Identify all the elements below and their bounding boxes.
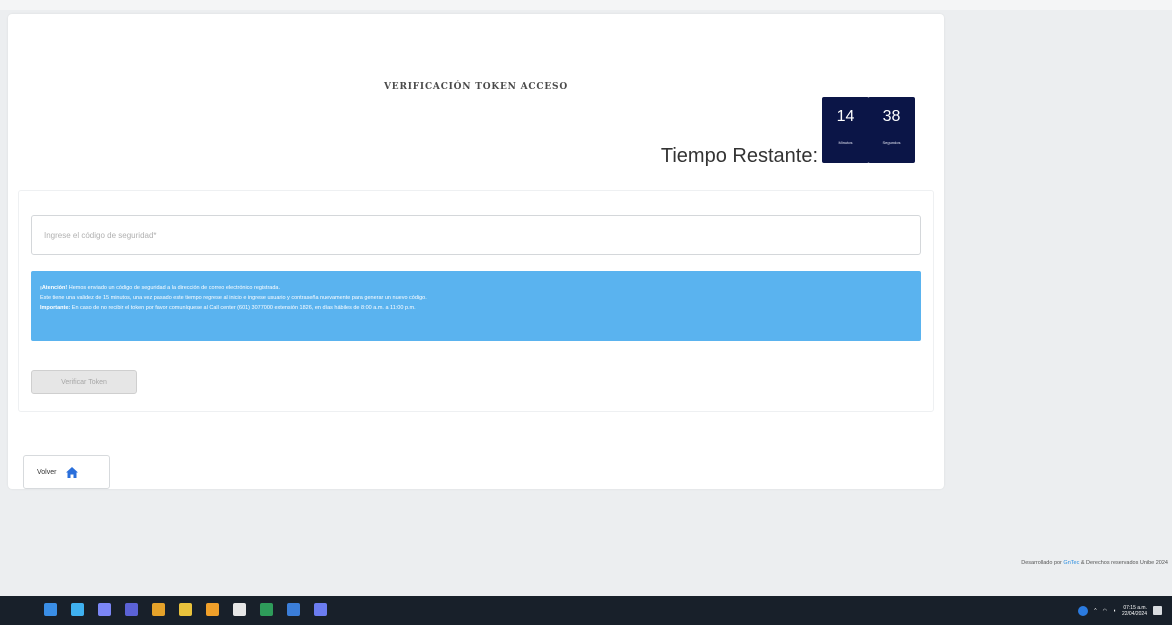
- alert-important-label: Importante:: [40, 305, 71, 311]
- timer-seconds-value: 38: [882, 108, 901, 125]
- network-icon[interactable]: ◠: [1103, 608, 1107, 614]
- search-icon[interactable]: [71, 603, 84, 616]
- footer-suffix: & Derechos reservados Unibe 2024: [1079, 560, 1168, 566]
- tray-chevron-icon[interactable]: ^: [1094, 608, 1096, 614]
- taskbar: ^ ◠ ◖ 07:15 a.m. 22/04/2024: [0, 596, 1172, 625]
- mail-icon[interactable]: [179, 603, 192, 616]
- security-code-input[interactable]: [31, 215, 921, 255]
- clock-date: 22/04/2024: [1121, 610, 1147, 617]
- chrome-icon[interactable]: [152, 603, 165, 616]
- timer-seconds-unit: Segundos: [882, 140, 901, 145]
- verify-token-button[interactable]: Verificar Token: [31, 370, 137, 394]
- footer: Desarrollado por GnTec & Derechos reserv…: [1021, 560, 1168, 566]
- volume-icon[interactable]: ◖: [1113, 608, 1116, 614]
- timer-minutes-value: 14: [836, 108, 855, 125]
- teams-icon[interactable]: [125, 603, 138, 616]
- clock[interactable]: 07:15 a.m. 22/04/2024: [1122, 605, 1147, 617]
- page-title: VERIFICACIÓN TOKEN ACCESO: [384, 82, 568, 92]
- home-icon: [66, 466, 79, 478]
- footer-prefix: Desarrollado por: [1021, 560, 1064, 566]
- alert-line-2: Este tiene una validez de 15 minutos, un…: [40, 295, 427, 301]
- files-icon[interactable]: [206, 603, 219, 616]
- browser-top-strip: [0, 0, 1172, 10]
- clock-time: 07:15 a.m.: [1123, 604, 1147, 611]
- alert-line-1: ¡Atención! Hemos enviado un código de se…: [40, 283, 912, 293]
- alert-attention-label: ¡Atención!: [40, 285, 68, 291]
- timer-label: Tiempo Restante:: [660, 145, 818, 167]
- verification-form: ¡Atención! Hemos enviado un código de se…: [18, 190, 934, 412]
- timer-seconds-box: 38 Segundos: [868, 97, 915, 163]
- system-tray: ^ ◠ ◖ 07:15 a.m. 22/04/2024: [1078, 602, 1162, 619]
- notification-icon[interactable]: [1153, 606, 1162, 615]
- alert-line-3-text: En caso de no recibir el token por favor…: [70, 305, 416, 311]
- token-card: VERIFICACIÓN TOKEN ACCESO Tiempo Restant…: [8, 14, 944, 489]
- info-alert: ¡Atención! Hemos enviado un código de se…: [31, 271, 921, 341]
- timer-minutes-unit: Minutos: [838, 140, 853, 145]
- back-button[interactable]: Volver: [23, 455, 110, 489]
- user-icon[interactable]: [1078, 605, 1089, 616]
- timer-minutes-box: 14 Minutos: [822, 97, 869, 163]
- acrobat-icon[interactable]: [233, 603, 246, 616]
- alert-line-1-text: Hemos enviado un código de seguridad a l…: [67, 285, 280, 291]
- task-view-icon[interactable]: [98, 603, 111, 616]
- footer-link[interactable]: GnTec: [1063, 560, 1079, 566]
- alert-line-3: Importante: En caso de no recibir el tok…: [40, 303, 912, 313]
- excel-icon[interactable]: [260, 603, 273, 616]
- app-icon[interactable]: [314, 603, 327, 616]
- start-icon[interactable]: [44, 603, 57, 616]
- back-button-label: Volver: [37, 468, 57, 476]
- word-icon[interactable]: [287, 603, 300, 616]
